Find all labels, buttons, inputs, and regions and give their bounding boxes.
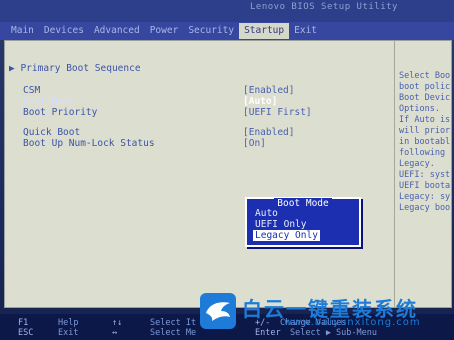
help-line: Boot Devic (399, 93, 451, 103)
help-line: Options. (399, 104, 440, 114)
tab-exit[interactable]: Exit (289, 23, 322, 39)
help-line: UEFI: syst (399, 170, 451, 180)
popup-option-uefi-only[interactable]: UEFI Only (255, 219, 306, 230)
boot-mode-popup: Boot Mode Auto UEFI Only Legacy Only (245, 197, 361, 247)
help-line: Legacy boo (399, 203, 451, 213)
help-line: boot polic (399, 82, 451, 92)
tab-main[interactable]: Main (6, 23, 39, 39)
help-panel: Select Boo boot polic Boot Devic Options… (397, 41, 451, 307)
csm-value[interactable]: [Enabled] (243, 85, 294, 96)
watermark: 白云一键重装系统 www.baiyunxitong.com (200, 293, 450, 329)
key-updown: ↑↓ (112, 318, 123, 328)
menu-bar: Main Devices Advanced Power Security Sta… (0, 22, 454, 40)
tab-power[interactable]: Power (145, 23, 184, 39)
title-bar: Lenovo BIOS Setup Utility (0, 0, 454, 22)
quick-boot-label[interactable]: Quick Boot (23, 127, 80, 138)
boot-priority-value[interactable]: [UEFI First] (243, 107, 312, 118)
help-line: following (399, 148, 446, 158)
key-leftright: ↔ (112, 328, 118, 338)
primary-boot-sequence-link[interactable]: ▶ Primary Boot Sequence (9, 63, 141, 74)
tab-advanced[interactable]: Advanced (89, 23, 145, 39)
boot-mode-value[interactable]: [Auto] (243, 96, 277, 107)
help-line: Legacy. (399, 159, 435, 169)
tab-startup[interactable]: Startup (239, 23, 290, 39)
settings-list: ▶ Primary Boot Sequence CSM [Enabled] Bo… (5, 41, 395, 307)
numlock-status-label[interactable]: Boot Up Num-Lock Status (23, 138, 155, 149)
settings-panel: ▶ Primary Boot Sequence CSM [Enabled] Bo… (4, 40, 452, 308)
monitor-frame: Lenovo BIOS Setup Utility Main Devices A… (0, 0, 454, 340)
key-updown-desc: Select It (150, 318, 197, 328)
key-esc-desc: Exit (58, 328, 79, 338)
key-enter-desc: Select ▶ Sub-Menu (290, 328, 377, 338)
quick-boot-value[interactable]: [Enabled] (243, 127, 294, 138)
watermark-url: www.baiyunxitong.com (284, 317, 421, 328)
bios-title: Lenovo BIOS Setup Utility (250, 2, 398, 12)
help-line: Legacy: sy (399, 192, 451, 202)
help-line: UEFI boota (399, 181, 451, 191)
help-line: If Auto is (399, 115, 451, 125)
help-line: Select Boo (399, 71, 451, 81)
boot-mode-label[interactable]: Boot Mode (23, 96, 74, 107)
key-f1-desc: Help (58, 318, 79, 328)
key-enter: Enter (255, 328, 281, 338)
key-esc: ESC (18, 328, 34, 338)
help-line: will prior (399, 126, 451, 136)
tab-security[interactable]: Security (183, 23, 239, 39)
help-line: in bootabl (399, 137, 451, 147)
popup-option-auto[interactable]: Auto (255, 208, 278, 219)
csm-label[interactable]: CSM (23, 85, 40, 96)
numlock-status-value[interactable]: [On] (243, 138, 266, 149)
bird-icon (200, 293, 236, 329)
boot-priority-label[interactable]: Boot Priority (23, 107, 97, 118)
popup-title: Boot Mode (274, 198, 332, 209)
key-leftright-desc: Select Me (150, 328, 197, 338)
key-f1: F1 (18, 318, 29, 328)
tab-devices[interactable]: Devices (39, 23, 89, 39)
popup-option-legacy-only[interactable]: Legacy Only (253, 230, 320, 241)
